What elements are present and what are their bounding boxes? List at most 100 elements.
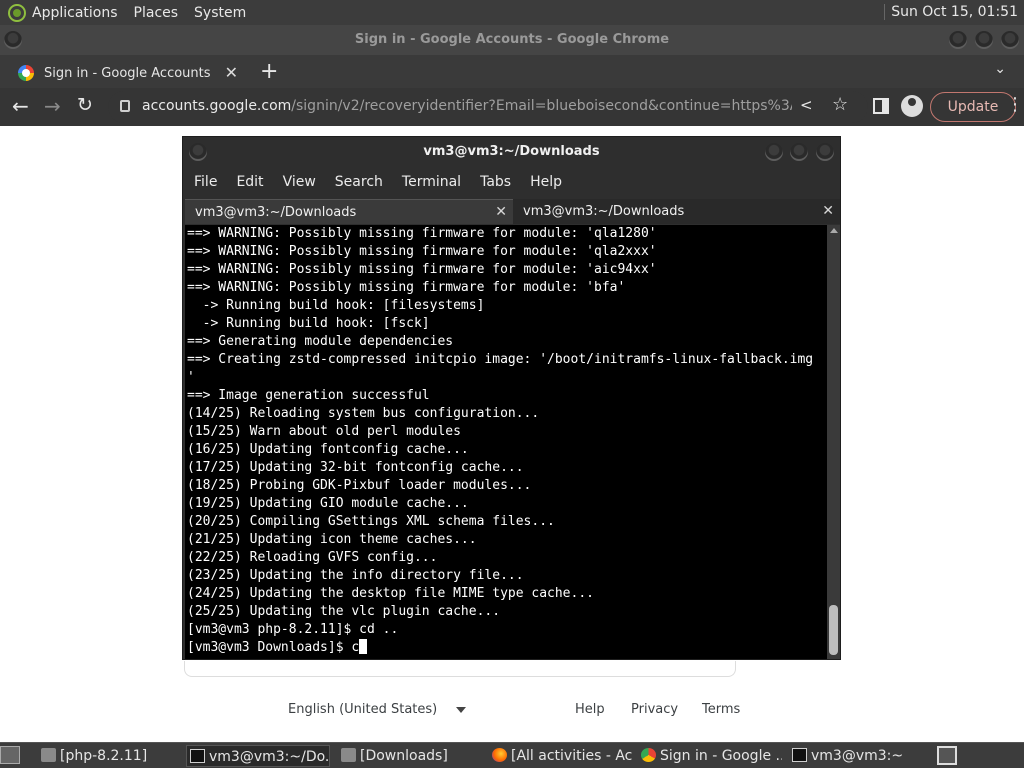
workspace-switcher[interactable] bbox=[937, 746, 957, 765]
terminal-title: vm3@vm3:~/Downloads bbox=[423, 144, 600, 159]
tab-title: Sign in - Google Accounts bbox=[44, 65, 211, 81]
terminal-line: (19/25) Updating GIO module cache... bbox=[187, 496, 469, 511]
terminal-menubar: File Edit View Search Terminal Tabs Help bbox=[183, 167, 840, 197]
tab-search-chevron-icon[interactable]: ⌄ bbox=[994, 61, 1006, 77]
terminal-line: (18/25) Probing GDK-Pixbuf loader module… bbox=[187, 478, 532, 493]
address-bar[interactable]: accounts.google.com/signin/v2/recoveryid… bbox=[108, 91, 868, 123]
menu-terminal[interactable]: Terminal bbox=[402, 174, 461, 190]
scrollbar-thumb[interactable] bbox=[829, 605, 838, 655]
folder-icon bbox=[341, 748, 356, 762]
side-panel-icon[interactable] bbox=[873, 98, 889, 114]
help-link[interactable]: Help bbox=[575, 702, 605, 717]
terminal-line: (17/25) Updating 32-bit fontconfig cache… bbox=[187, 460, 524, 475]
more-menu-icon[interactable]: ⋮ bbox=[1006, 94, 1024, 115]
taskbar-item[interactable]: [php-8.2.11] bbox=[38, 745, 180, 767]
terminal-line: (14/25) Reloading system bus configurati… bbox=[187, 406, 540, 421]
terminal-tab-label: vm3@vm3:~/Downloads bbox=[195, 205, 357, 220]
taskbar-item[interactable]: vm3@vm3:~ bbox=[789, 745, 929, 767]
terms-link[interactable]: Terms bbox=[702, 702, 740, 717]
taskbar-item[interactable]: Sign in - Google ... bbox=[638, 745, 782, 767]
menu-view[interactable]: View bbox=[283, 174, 316, 190]
terminal-icon bbox=[190, 749, 205, 763]
chrome-icon bbox=[641, 748, 656, 762]
terminal-minimize-button[interactable] bbox=[765, 143, 783, 161]
browser-toolbar: ← → ↻ accounts.google.com/signin/v2/reco… bbox=[0, 88, 1024, 126]
terminal-line: ==> WARNING: Possibly missing firmware f… bbox=[187, 280, 626, 295]
privacy-link[interactable]: Privacy bbox=[631, 702, 678, 717]
applications-menu[interactable]: Applications bbox=[32, 5, 118, 21]
menu-file[interactable]: File bbox=[194, 174, 217, 190]
terminal-line: ' bbox=[187, 370, 195, 385]
minimize-button[interactable] bbox=[949, 31, 967, 49]
google-favicon-icon bbox=[18, 65, 34, 81]
terminal-window: vm3@vm3:~/Downloads File Edit View Searc… bbox=[182, 136, 841, 660]
close-tab-icon[interactable]: ✕ bbox=[495, 200, 507, 225]
browser-tab-strip: Sign in - Google Accounts ✕ + ⌄ bbox=[0, 55, 1024, 88]
taskbar-item-label: [php-8.2.11] bbox=[60, 748, 148, 764]
terminal-line: (24/25) Updating the desktop file MIME t… bbox=[187, 586, 594, 601]
terminal-tab-1[interactable]: vm3@vm3:~/Downloads ✕ bbox=[185, 199, 513, 224]
share-icon[interactable]: < bbox=[800, 96, 813, 114]
terminal-tab-label: vm3@vm3:~/Downloads bbox=[523, 204, 685, 219]
terminal-close-button[interactable] bbox=[816, 143, 834, 161]
update-button[interactable]: Update bbox=[930, 92, 1016, 122]
taskbar-item-label: vm3@vm3:~ bbox=[811, 748, 904, 764]
taskbar-item[interactable]: [Downloads] bbox=[338, 745, 480, 767]
terminal-line: (15/25) Warn about old perl modules bbox=[187, 424, 461, 439]
taskbar-item[interactable]: [All activities - Ac... bbox=[489, 745, 633, 767]
language-dropdown-icon[interactable] bbox=[456, 707, 466, 713]
scroll-up-arrow-icon[interactable] bbox=[830, 228, 838, 233]
panel-clock[interactable]: Sun Oct 15, 01:51 bbox=[884, 4, 1018, 20]
forward-arrow-icon[interactable]: → bbox=[44, 94, 61, 118]
terminal-output[interactable]: ==> WARNING: Possibly missing firmware f… bbox=[185, 225, 827, 659]
distro-logo-icon[interactable] bbox=[8, 3, 26, 22]
tab-sign-in[interactable]: Sign in - Google Accounts ✕ bbox=[8, 58, 246, 88]
terminal-tab-2[interactable]: vm3@vm3:~/Downloads ✕ bbox=[513, 199, 840, 224]
top-panel: Applications Places System Sun Oct 15, 0… bbox=[0, 0, 1024, 25]
window-menu-button[interactable] bbox=[4, 31, 22, 49]
terminal-line: ==> Generating module dependencies bbox=[187, 334, 454, 349]
lock-icon[interactable] bbox=[120, 100, 130, 112]
terminal-line: (21/25) Updating icon theme caches... bbox=[187, 532, 477, 547]
url-path: /signin/v2/recoveryidentifier?Email=blue… bbox=[291, 98, 792, 114]
terminal-line: [vm3@vm3 Downloads]$ c bbox=[185, 639, 827, 657]
url-text[interactable]: accounts.google.com/signin/v2/recoveryid… bbox=[142, 98, 792, 114]
back-arrow-icon[interactable]: ← bbox=[12, 94, 29, 118]
terminal-line: (16/25) Updating fontconfig cache... bbox=[187, 442, 469, 457]
firefox-icon bbox=[492, 748, 507, 762]
menu-tabs[interactable]: Tabs bbox=[480, 174, 511, 190]
terminal-maximize-button[interactable] bbox=[790, 143, 808, 161]
menu-search[interactable]: Search bbox=[335, 174, 383, 190]
terminal-line: [vm3@vm3 php-8.2.11]$ cd .. bbox=[187, 622, 399, 637]
taskbar-item-label: [All activities - Ac... bbox=[511, 748, 633, 764]
maximize-button[interactable] bbox=[975, 31, 993, 49]
bookmark-star-icon[interactable]: ☆ bbox=[832, 94, 848, 115]
close-tab-icon[interactable]: ✕ bbox=[225, 63, 238, 82]
signin-card-edge bbox=[184, 661, 736, 677]
terminal-line: ==> WARNING: Possibly missing firmware f… bbox=[187, 244, 657, 259]
terminal-line: (23/25) Updating the info directory file… bbox=[187, 568, 524, 583]
terminal-line: -> Running build hook: [fsck] bbox=[187, 316, 430, 331]
reload-icon[interactable]: ↻ bbox=[77, 94, 93, 116]
system-menu[interactable]: System bbox=[194, 5, 246, 21]
terminal-icon bbox=[792, 748, 807, 762]
profile-avatar-icon[interactable] bbox=[901, 95, 923, 117]
close-window-button[interactable] bbox=[1001, 31, 1019, 49]
terminal-scrollbar[interactable] bbox=[827, 225, 840, 659]
taskbar-item-label: vm3@vm3:~/Do... bbox=[209, 749, 330, 765]
bottom-taskbar: [php-8.2.11] vm3@vm3:~/Do... [Downloads]… bbox=[0, 742, 1024, 768]
terminal-line: (25/25) Updating the vlc plugin cache... bbox=[187, 604, 501, 619]
menu-edit[interactable]: Edit bbox=[236, 174, 263, 190]
taskbar-item-label: [Downloads] bbox=[360, 748, 448, 764]
taskbar-item[interactable]: vm3@vm3:~/Do... bbox=[186, 745, 330, 767]
terminal-line: ==> Image generation successful bbox=[187, 388, 430, 403]
folder-icon bbox=[41, 748, 56, 762]
new-tab-plus-icon[interactable]: + bbox=[260, 59, 278, 84]
close-tab-icon[interactable]: ✕ bbox=[822, 199, 834, 224]
show-desktop-icon[interactable] bbox=[0, 746, 20, 764]
menu-help[interactable]: Help bbox=[530, 174, 562, 190]
language-select[interactable]: English (United States) bbox=[288, 702, 437, 717]
places-menu[interactable]: Places bbox=[134, 5, 179, 21]
terminal-line: ==> Creating zstd-compressed initcpio im… bbox=[187, 352, 814, 367]
chrome-window-title: Sign in - Google Accounts - Google Chrom… bbox=[0, 25, 1024, 55]
